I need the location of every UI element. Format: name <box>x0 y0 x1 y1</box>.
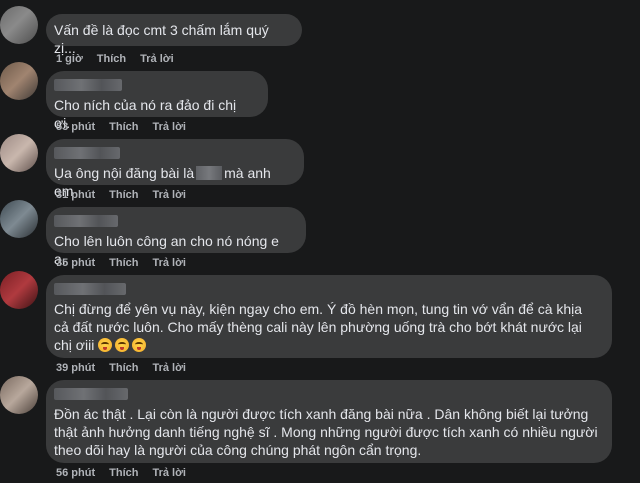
commenter-name-redacted[interactable] <box>54 79 122 91</box>
commenter-name-redacted[interactable] <box>54 388 128 400</box>
avatar-image <box>0 200 38 238</box>
like-link[interactable]: Thích <box>109 257 138 269</box>
comment-actions: 39 phút Thích Trả lời <box>56 362 200 374</box>
comment-time[interactable]: 31 phút <box>56 189 95 201</box>
avatar-image <box>0 271 38 309</box>
avatar-image <box>0 134 38 172</box>
comment-bubble: Vấn đề là đọc cmt 3 chấm lắm quý zị... <box>46 14 302 56</box>
reply-link[interactable]: Trả lời <box>152 121 186 133</box>
comment-bubble: Đồn ác thật . Lại còn là người được tích… <box>46 380 612 463</box>
comment-actions: 53 phút Thích Trả lời <box>56 121 200 133</box>
comment-text: Chị đừng để yên vụ này, kiện ngay cho em… <box>54 300 600 354</box>
like-link[interactable]: Thích <box>109 362 138 374</box>
comment-text-part: Ụa ông nội đăng bài là <box>54 165 195 181</box>
redacted-text <box>196 166 223 180</box>
reply-link[interactable]: Trả lời <box>152 467 186 479</box>
comment-bubble: Cho ních của nó ra đảo đi chị ơi. <box>46 71 268 131</box>
like-link[interactable]: Thích <box>109 189 138 201</box>
avatar-image <box>0 376 38 414</box>
avatar[interactable] <box>0 6 38 44</box>
avatar[interactable] <box>0 376 38 414</box>
comment-actions: 56 phút Thích Trả lời <box>56 467 200 479</box>
avatar[interactable] <box>0 271 38 309</box>
comment-time[interactable]: 35 phút <box>56 257 95 269</box>
comment-bubble: Ụa ông nội đăng bài là mà anh em <box>46 139 304 199</box>
comment-bubble: Cho lên luôn công an cho nó nóng e ạ. <box>46 207 306 267</box>
comment-time[interactable]: 1 giờ <box>56 53 83 65</box>
comment-text: Đồn ác thật . Lại còn là người được tích… <box>54 406 598 458</box>
comment-actions: 35 phút Thích Trả lời <box>56 257 200 269</box>
comment-bubble: Chị đừng để yên vụ này, kiện ngay cho em… <box>46 275 612 358</box>
like-link[interactable]: Thích <box>109 121 138 133</box>
reply-link[interactable]: Trả lời <box>140 53 174 65</box>
avatar[interactable] <box>0 134 38 172</box>
reply-link[interactable]: Trả lời <box>152 189 186 201</box>
avatar[interactable] <box>0 200 38 238</box>
comment-actions: 1 giờ Thích Trả lời <box>56 53 188 65</box>
like-link[interactable]: Thích <box>97 53 126 65</box>
comment-time[interactable]: 39 phút <box>56 362 95 374</box>
comment-time[interactable]: 53 phút <box>56 121 95 133</box>
comment-actions: 31 phút Thích Trả lời <box>56 189 200 201</box>
reply-link[interactable]: Trả lời <box>152 257 186 269</box>
like-link[interactable]: Thích <box>109 467 138 479</box>
comment-time[interactable]: 56 phút <box>56 467 95 479</box>
kiss-emoji-icon <box>98 338 113 352</box>
avatar-image <box>0 6 38 44</box>
reply-link[interactable]: Trả lời <box>152 362 186 374</box>
kiss-emoji-icon <box>115 338 130 352</box>
commenter-name-redacted[interactable] <box>54 283 126 295</box>
commenter-name-redacted[interactable] <box>54 215 118 227</box>
commenter-name-redacted[interactable] <box>54 147 120 159</box>
kiss-emoji-icon <box>132 338 147 352</box>
avatar-image <box>0 62 38 100</box>
comment-text: Vấn đề là đọc cmt 3 chấm lắm quý zị... <box>54 22 269 56</box>
avatar[interactable] <box>0 62 38 100</box>
